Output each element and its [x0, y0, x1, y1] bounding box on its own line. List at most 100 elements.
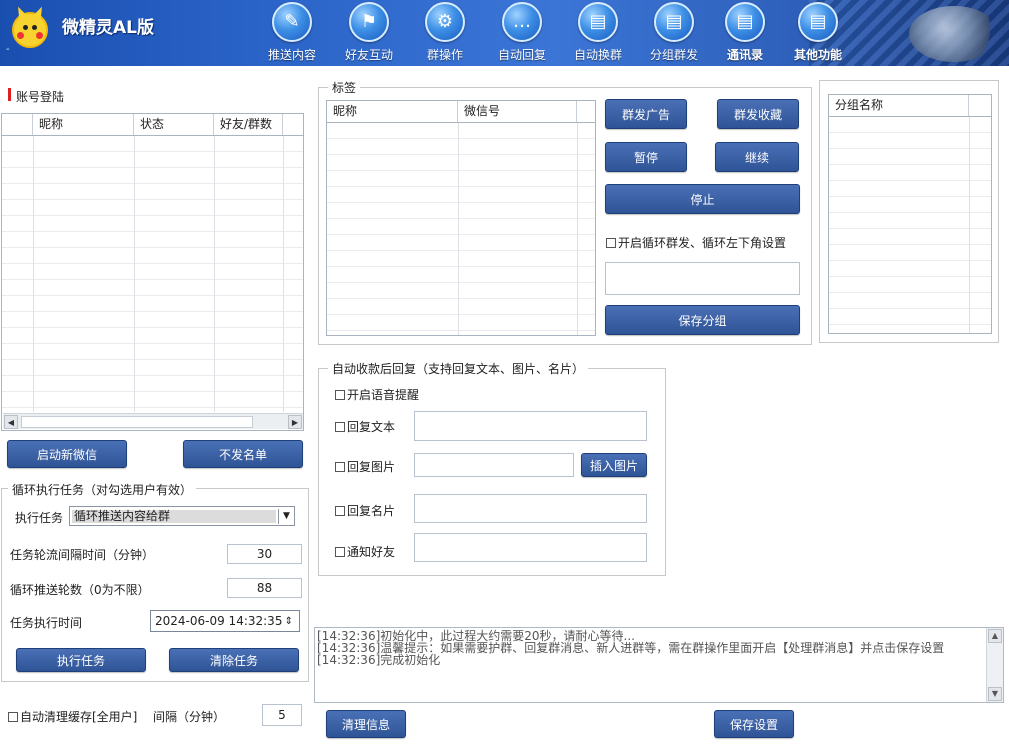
- log-textarea[interactable]: [14:32:36]初始化中，此过程大约需要20秒，请耐心等待... [14:3…: [314, 627, 1004, 703]
- auto-clear-cache-label: 自动清理缓存[全用户]: [20, 710, 138, 724]
- reply-image-label: 回复图片: [347, 460, 396, 474]
- nav-auto-switch-group[interactable]: ▤ 自动换群: [560, 2, 636, 64]
- checkbox-box[interactable]: [8, 711, 18, 722]
- chat-bubble-icon: ▤: [725, 2, 765, 42]
- scroll-thumb[interactable]: [21, 416, 253, 428]
- nav-group-broadcast[interactable]: ▤ 分组群发: [636, 2, 712, 64]
- nav-other-functions[interactable]: ▤ 其他功能: [780, 2, 856, 64]
- reply-image-input[interactable]: [414, 453, 574, 477]
- reply-card-checkbox[interactable]: 回复名片: [335, 502, 395, 519]
- section-marker: [8, 88, 11, 101]
- notify-friend-checkbox[interactable]: 通知好友: [335, 543, 395, 560]
- save-group-button[interactable]: 保存分组: [605, 305, 800, 335]
- horizontal-scrollbar[interactable]: ◀ ▶: [3, 413, 303, 429]
- task-select[interactable]: 循环推送内容给群 ▼: [69, 506, 295, 526]
- scroll-down-icon[interactable]: ▼: [988, 687, 1002, 701]
- clear-task-button[interactable]: 清除任务: [169, 648, 299, 672]
- column-header-group-name[interactable]: 分组名称: [829, 95, 969, 116]
- reply-text-input[interactable]: [414, 411, 647, 441]
- rounds-input[interactable]: 88: [227, 578, 302, 598]
- checkbox-box[interactable]: [335, 505, 345, 516]
- vertical-scrollbar[interactable]: ▲ ▼: [986, 628, 1003, 702]
- account-title: 账号登陆: [16, 90, 65, 104]
- scroll-left-icon[interactable]: ◀: [4, 415, 18, 429]
- flag-icon: ⚑: [349, 2, 389, 42]
- time-label: 任务执行时间: [10, 616, 83, 630]
- reply-image-checkbox[interactable]: 回复图片: [335, 458, 395, 475]
- rounds-label: 循环推送轮数（0为不限）: [10, 583, 150, 597]
- task-label: 执行任务: [15, 511, 64, 525]
- chat-bubble-icon: ▤: [798, 2, 838, 42]
- nav-group-operations[interactable]: ⚙ 群操作: [407, 2, 483, 64]
- spinner-icon[interactable]: ⇕: [285, 616, 293, 627]
- table-header: 分组名称: [829, 95, 991, 117]
- account-table[interactable]: 昵称 状态 好友/群数 ◀ ▶: [1, 113, 304, 431]
- pen-icon: ✎: [272, 2, 312, 42]
- reply-card-input[interactable]: [414, 494, 647, 523]
- chevron-down-icon[interactable]: ▼: [278, 508, 294, 524]
- nav-label: 推送内容: [267, 48, 316, 62]
- header-decoration-orb: [909, 6, 999, 62]
- time-value: 2024-06-09 14:32:35: [155, 614, 283, 628]
- group-name-table[interactable]: 分组名称: [828, 94, 992, 334]
- nav-auto-reply[interactable]: … 自动回复: [484, 2, 560, 64]
- nav-label: 群操作: [426, 48, 463, 62]
- app-title: 微精灵AL版: [62, 18, 154, 38]
- stop-button[interactable]: 停止: [605, 184, 800, 214]
- task-select-value: 循环推送内容给群: [72, 509, 276, 523]
- reply-text-checkbox[interactable]: 回复文本: [335, 418, 395, 435]
- nav-label: 自动换群: [573, 48, 622, 62]
- save-settings-button[interactable]: 保存设置: [714, 710, 794, 738]
- gear-icon: ⚙: [425, 2, 465, 42]
- auto-clear-cache-checkbox[interactable]: 自动清理缓存[全用户]: [8, 708, 137, 725]
- checkbox-box[interactable]: [335, 461, 345, 472]
- nav-label: 自动回复: [497, 48, 546, 62]
- voice-reminder-label: 开启语音提醒: [347, 388, 420, 402]
- checkbox-box[interactable]: [335, 389, 345, 400]
- nav-label: 好友互动: [344, 48, 393, 62]
- cache-interval-label: 间隔（分钟）: [153, 710, 226, 724]
- column-header-check: [2, 114, 33, 135]
- checkbox-box[interactable]: [335, 546, 345, 557]
- pause-button[interactable]: 暂停: [605, 142, 687, 172]
- notify-friend-label: 通知好友: [347, 545, 396, 559]
- insert-image-button[interactable]: 插入图片: [581, 453, 647, 477]
- group-ad-button[interactable]: 群发广告: [605, 99, 687, 129]
- scroll-up-icon[interactable]: ▲: [988, 629, 1002, 643]
- nav-contacts[interactable]: ▤ 通讯录: [707, 2, 783, 64]
- resume-button[interactable]: 继续: [715, 142, 799, 172]
- table-header: 昵称 微信号: [327, 101, 595, 123]
- column-header-nickname[interactable]: 昵称: [33, 114, 134, 135]
- auto-reply-legend: 自动收款后回复（支持回复文本、图片、名片）: [328, 360, 589, 377]
- blacklist-button[interactable]: 不发名单: [183, 440, 303, 468]
- interval-input[interactable]: 30: [227, 544, 302, 564]
- table-body: [829, 117, 991, 333]
- cache-interval-input[interactable]: 5: [262, 704, 302, 726]
- voice-reminder-checkbox[interactable]: 开启语音提醒: [335, 386, 419, 403]
- chat-bubble-icon: …: [502, 2, 542, 42]
- column-header-friend-group-count[interactable]: 好友/群数: [214, 114, 283, 135]
- loop-task-legend: 循环执行任务（对勾选用户有效）: [8, 481, 197, 498]
- clear-log-button[interactable]: 清理信息: [326, 710, 406, 738]
- column-header-status[interactable]: 状态: [134, 114, 214, 135]
- app-dash: -: [6, 44, 10, 55]
- group-favorite-button[interactable]: 群发收藏: [717, 99, 799, 129]
- scroll-right-icon[interactable]: ▶: [288, 415, 302, 429]
- notify-friend-input[interactable]: [414, 533, 647, 562]
- nav-friend-interaction[interactable]: ⚑ 好友互动: [331, 2, 407, 64]
- table-body: [327, 123, 595, 335]
- column-header-wechat-id[interactable]: 微信号: [458, 101, 577, 122]
- loop-broadcast-checkbox[interactable]: 开启循环群发、循环左下角设置: [606, 234, 786, 251]
- start-new-wechat-button[interactable]: 启动新微信: [7, 440, 127, 468]
- checkbox-box[interactable]: [335, 421, 345, 432]
- chat-bubble-icon: ▤: [578, 2, 618, 42]
- nav-label: 通讯录: [726, 48, 763, 62]
- tags-legend: 标签: [328, 79, 361, 96]
- tags-table[interactable]: 昵称 微信号: [326, 100, 596, 336]
- nav-push-content[interactable]: ✎ 推送内容: [254, 2, 330, 64]
- run-task-button[interactable]: 执行任务: [16, 648, 146, 672]
- time-picker[interactable]: 2024-06-09 14:32:35 ⇕: [150, 610, 300, 632]
- column-header-nickname[interactable]: 昵称: [327, 101, 458, 122]
- checkbox-box[interactable]: [606, 237, 616, 248]
- loop-setting-input[interactable]: [605, 262, 800, 295]
